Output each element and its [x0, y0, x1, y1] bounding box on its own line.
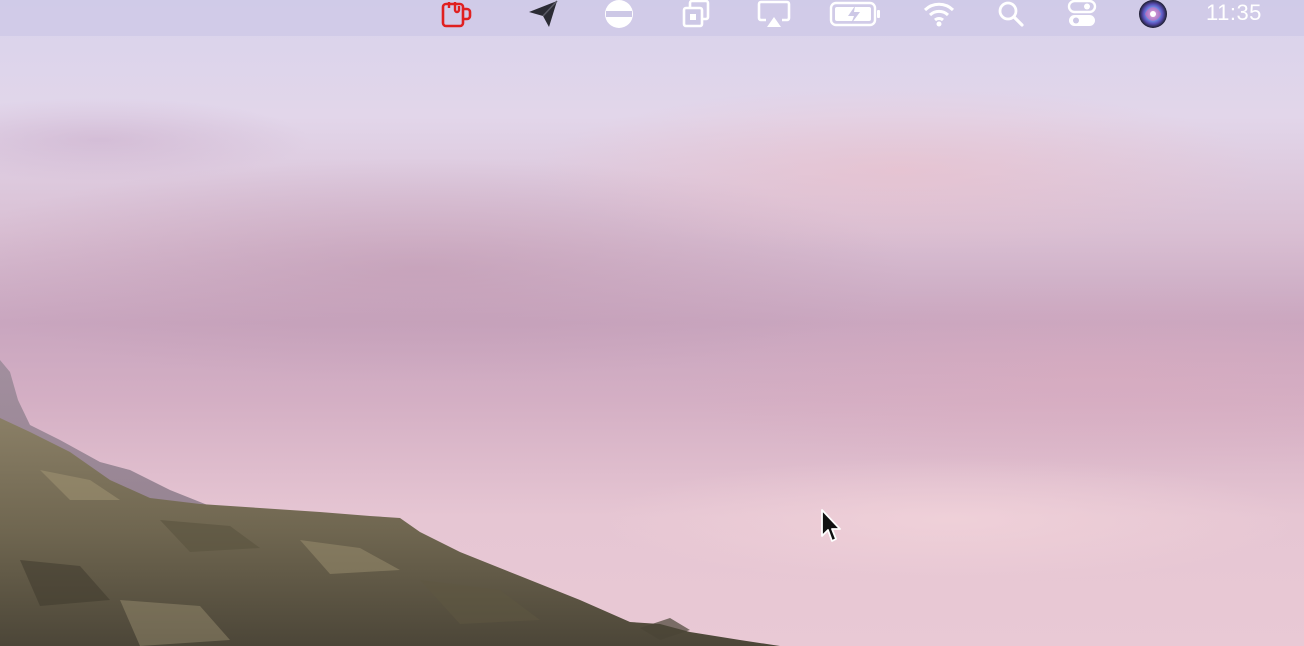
mouse-pointer-icon — [820, 508, 844, 549]
menu-bar: 11:35 — [0, 0, 1304, 36]
paper-plane-icon[interactable] — [526, 0, 560, 28]
coffee-mug-icon[interactable] — [438, 0, 474, 28]
desktop-wallpaper — [0, 0, 1304, 646]
control-center-icon[interactable] — [1066, 0, 1098, 28]
wallpaper-hillside — [0, 360, 780, 646]
menubar-clock[interactable]: 11:35 — [1206, 0, 1262, 26]
spotlight-search-icon[interactable] — [996, 0, 1026, 28]
wifi-icon[interactable] — [922, 0, 956, 28]
window-stack-icon[interactable] — [678, 0, 714, 28]
airplay-icon[interactable] — [756, 0, 792, 28]
battery-icon[interactable] — [828, 0, 882, 28]
siri-icon[interactable] — [1136, 0, 1170, 28]
do-not-disturb-icon[interactable] — [602, 0, 636, 28]
